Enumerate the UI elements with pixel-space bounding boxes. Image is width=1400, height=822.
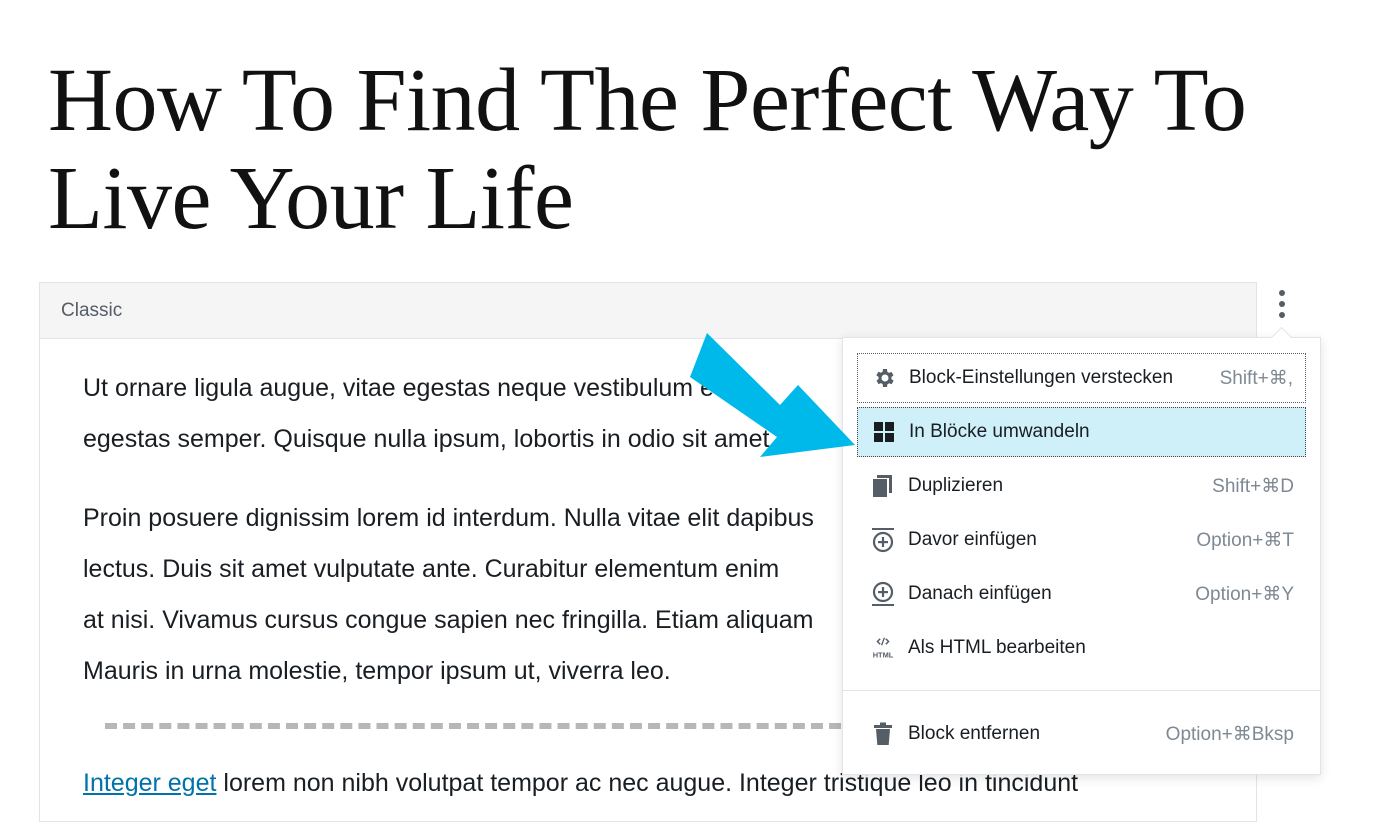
menu-item-label: Danach einfügen [908,583,1052,604]
svg-text:HTML: HTML [873,650,894,659]
menu-item-hide-block-settings[interactable]: Block-Einstellungen verstecken Shift+⌘, [857,353,1306,403]
html-icon: HTML [870,635,896,661]
menu-item-convert-to-blocks[interactable]: In Blöcke umwandeln [857,407,1306,457]
insert-before-icon [870,527,896,553]
menu-item-edit-as-html[interactable]: HTML Als HTML bearbeiten [857,623,1306,673]
block-settings-menu: Block-Einstellungen verstecken Shift+⌘, … [842,337,1321,775]
dot [1279,290,1285,296]
dot [1279,301,1285,307]
menu-separator [843,690,1320,691]
menu-item-label: Block entfernen [908,723,1041,744]
menu-item-label: Duplizieren [908,475,1004,496]
inline-link[interactable]: Integer eget [83,769,216,797]
more-options-button[interactable] [1268,284,1296,324]
post-title[interactable]: How To Find The Perfect Way To Live Your… [48,52,1248,248]
menu-item-insert-after[interactable]: Danach einfügen Option+⌘Y [857,569,1306,619]
gear-icon [871,365,897,391]
menu-item-label: Als HTML bearbeiten [908,637,1086,658]
menu-item-insert-before[interactable]: Davor einfügen Option+⌘T [857,515,1306,565]
dot [1279,312,1285,318]
duplicate-icon [870,473,896,499]
menu-item-remove-block[interactable]: Block entfernen Option+⌘Bksp [857,709,1306,759]
insert-after-icon [870,581,896,607]
menu-item-shortcut: Shift+⌘D [1212,475,1294,497]
trash-icon [870,721,896,747]
menu-item-shortcut: Option+⌘Bksp [1165,723,1294,745]
blocks-grid-icon [871,419,897,445]
menu-item-duplicate[interactable]: Duplizieren Shift+⌘D [857,461,1306,511]
menu-item-shortcut: Option+⌘T [1196,529,1294,551]
menu-item-label: In Blöcke umwandeln [909,421,1090,442]
menu-item-label: Davor einfügen [908,529,1037,550]
menu-item-label: Block-Einstellungen verstecken [909,367,1174,388]
menu-item-shortcut: Option+⌘Y [1195,583,1294,605]
menu-item-shortcut: Shift+⌘, [1219,367,1293,389]
classic-block-toolbar: Classic [40,283,1256,339]
classic-block-label: Classic [61,300,123,321]
